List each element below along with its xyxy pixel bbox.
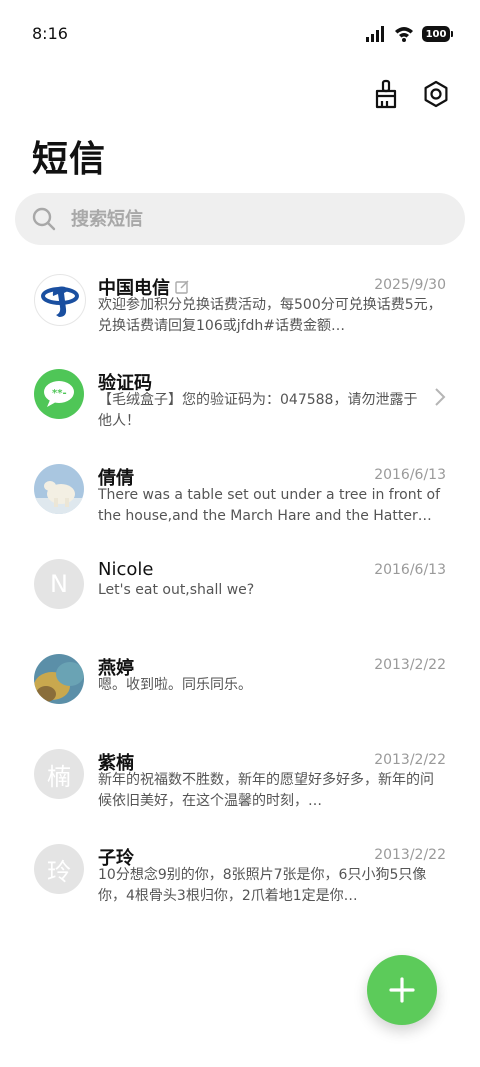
avatar: N — [34, 559, 84, 609]
conversation-date: 2016/6/13 — [374, 467, 446, 483]
conversation-date: 2025/9/30 — [374, 277, 446, 293]
conversation-name: Nicole — [98, 559, 154, 580]
conversation-preview: 新年的祝福数不胜数，新年的愿望好多好多，新年的问候依旧美好，在这个温馨的时刻，… — [98, 772, 434, 809]
search-bar[interactable] — [15, 193, 465, 245]
verification-chat-icon: **- — [44, 381, 74, 407]
conversation-preview: 欢迎参加积分兑换话费活动，每500分可兑换话费5元，兑换话费请回复106或jfd… — [98, 297, 442, 334]
conversation-item[interactable]: **- 验证码 【毛绒盒子】您的验证码为：047588，请勿泄露于他人！ — [0, 353, 480, 443]
chevron-right-icon[interactable] — [434, 387, 446, 407]
conversation-preview: Let's eat out,shall we? — [98, 582, 255, 598]
conversation-item[interactable]: 楠 紫楠 2013/2/22 新年的祝福数不胜数，新年的愿望好多好多，新年的问候… — [0, 733, 480, 823]
conversation-item[interactable]: 玲 子玲 2013/2/22 10分想念9别的你，8张照片7张是你，6只小狗5只… — [0, 828, 480, 918]
clean-button[interactable] — [370, 78, 402, 110]
conversation-item[interactable]: 倩倩 2016/6/13 There was a table set out u… — [0, 448, 480, 538]
avatar — [34, 464, 84, 514]
avatar: 玲 — [34, 844, 84, 894]
edit-icon — [175, 280, 189, 294]
broom-icon — [375, 79, 397, 109]
status-icons: 100 — [366, 24, 453, 44]
battery-level: 100 — [425, 28, 447, 40]
conversation-date: 2013/2/22 — [374, 752, 446, 768]
gear-icon — [424, 80, 448, 108]
status-bar: 8:16 100 — [0, 0, 480, 68]
conversation-date: 2016/6/13 — [374, 562, 446, 578]
settings-button[interactable] — [420, 78, 452, 110]
signal-icon — [366, 26, 384, 42]
conversation-date: 2013/2/22 — [374, 657, 446, 673]
avatar — [34, 654, 84, 704]
wifi-icon — [395, 27, 413, 42]
conversation-date: 2013/2/22 — [374, 847, 446, 863]
conversation-preview: There was a table set out under a tree i… — [98, 487, 441, 524]
landscape-photo — [34, 654, 84, 704]
conversation-preview: 嗯。收到啦。同乐同乐。 — [98, 677, 252, 693]
conversation-preview: 【毛绒盒子】您的验证码为：047588，请勿泄露于他人！ — [98, 392, 418, 429]
battery-icon: 100 — [422, 26, 453, 42]
plus-icon — [389, 977, 415, 1003]
china-telecom-logo — [41, 286, 79, 317]
conversation-item[interactable]: 燕婷 2013/2/22 嗯。收到啦。同乐同乐。 — [0, 638, 480, 728]
search-input[interactable] — [69, 207, 433, 231]
conversation-preview: 10分想念9别的你，8张照片7张是你，6只小狗5只像你，4根骨头3根归你，2爪着… — [98, 867, 427, 904]
polar-bear-photo — [34, 464, 84, 514]
new-message-button[interactable] — [367, 955, 437, 1025]
avatar: 楠 — [34, 749, 84, 799]
avatar — [34, 274, 86, 326]
conversation-item[interactable]: N Nicole 2016/6/13 Let's eat out,shall w… — [0, 543, 480, 633]
search-icon — [32, 207, 56, 231]
conversation-item[interactable]: 中国电信 2025/9/30 欢迎参加积分兑换话费活动，每500分可兑换话费5元… — [0, 258, 480, 348]
avatar: **- — [34, 369, 84, 419]
top-actions — [370, 78, 452, 110]
page-title: 短信 — [32, 139, 107, 180]
svg-text:**-: **- — [52, 388, 67, 399]
status-time: 8:16 — [32, 24, 68, 43]
